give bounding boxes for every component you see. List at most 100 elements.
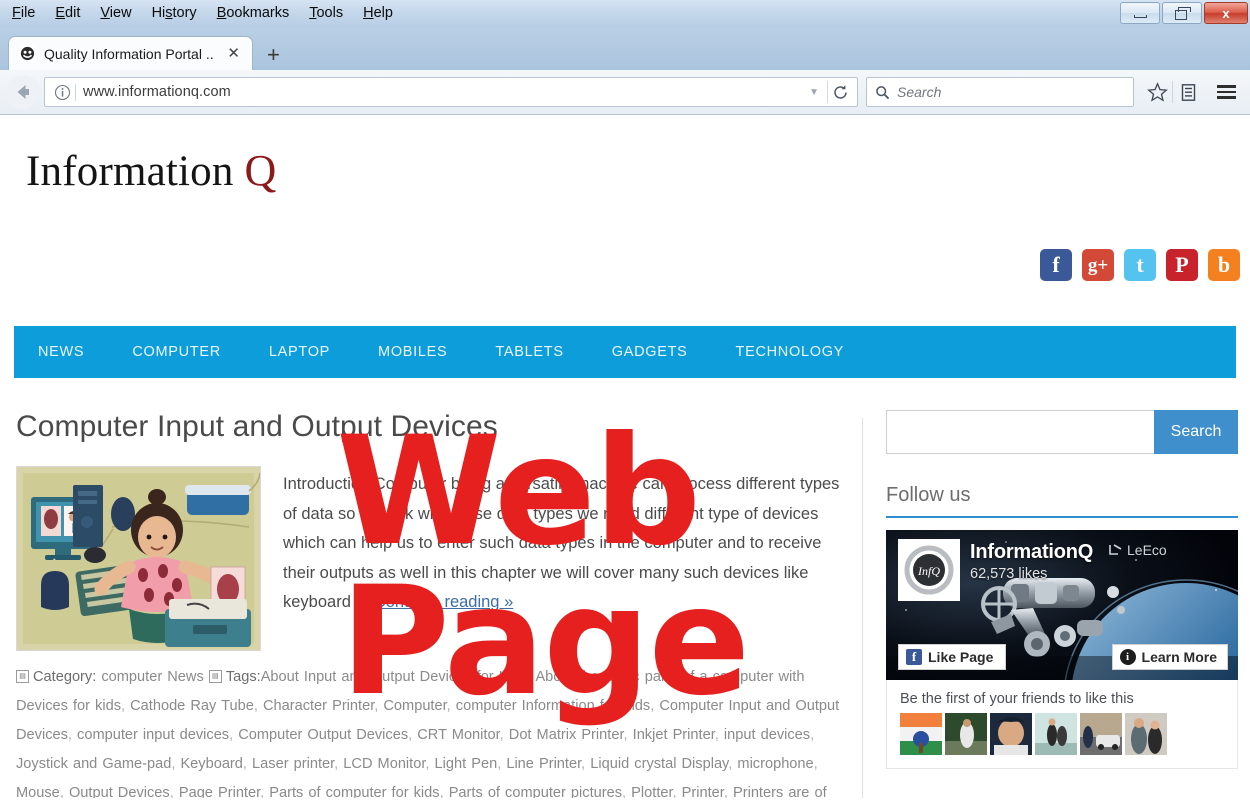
article: Computer Input and Output Devices Introd… [16, 410, 846, 798]
excerpt-text: Introduction Computer being a versatile … [283, 475, 840, 611]
nav-item-laptop[interactable]: LAPTOP [245, 344, 354, 360]
article-title[interactable]: Computer Input and Output Devices [16, 410, 846, 444]
social-pinterest-icon[interactable]: P [1166, 249, 1198, 281]
back-button[interactable] [6, 75, 40, 109]
tab-quality-information-portal[interactable]: Quality Information Portal ... ✕ [8, 36, 253, 70]
logo-text: Information [26, 148, 234, 195]
tag-item[interactable]: Parts of computer for kids [269, 785, 439, 798]
category-news[interactable]: News [167, 669, 204, 685]
friend-thumbnail[interactable] [900, 713, 942, 755]
continue-reading-link[interactable]: Continue reading » [374, 593, 513, 611]
social-blogger-icon[interactable]: b [1208, 249, 1240, 281]
friend-thumbnail[interactable] [990, 713, 1032, 755]
child-at-computer-illustration [17, 467, 260, 650]
menu-edit[interactable]: Edit [55, 5, 80, 21]
social-twitter-icon[interactable]: t [1124, 249, 1156, 281]
menu-history[interactable]: History [152, 5, 197, 21]
article-thumbnail[interactable] [16, 466, 261, 651]
facebook-page-widget[interactable]: InfQ InformationQ 62,573 likes LeEco f L… [886, 530, 1238, 680]
site-logo[interactable]: Information Q [26, 145, 277, 196]
twitter-glyph: t [1136, 252, 1144, 277]
main-navigation: NEWS COMPUTER LAPTOP MOBILES TABLETS GAD… [14, 326, 1236, 378]
menu-view[interactable]: View [100, 5, 131, 21]
tag-item[interactable]: Page Printer [179, 785, 260, 798]
search-button[interactable]: Search [1154, 410, 1238, 454]
browser-toolbar: www.informationq.com ▼ Search [0, 70, 1250, 115]
menu-file[interactable]: File [12, 5, 35, 21]
tag-item[interactable]: Liquid crystal Display [590, 756, 728, 772]
search-input[interactable] [886, 410, 1154, 454]
tag-item[interactable]: Printer [682, 785, 724, 798]
tag-item[interactable]: input devices [724, 727, 810, 743]
nav-item-technology[interactable]: TECHNOLOGY [712, 344, 869, 360]
close-icon: x [1222, 5, 1230, 21]
bookmark-star-button[interactable] [1142, 77, 1172, 107]
tag-item[interactable]: LCD Monitor [343, 756, 425, 772]
facebook-learn-more-button[interactable]: i Learn More [1111, 644, 1228, 670]
tag-item[interactable]: Light Pen [435, 756, 498, 772]
nav-item-mobiles[interactable]: MOBILES [354, 344, 471, 360]
minimize-button[interactable] [1120, 2, 1160, 24]
informationq-logo-icon: InfQ [904, 545, 954, 595]
nav-item-computer[interactable]: COMPUTER [108, 344, 245, 360]
tag-item[interactable]: Line Printer [506, 756, 581, 772]
address-bar[interactable]: www.informationq.com ▼ [44, 77, 858, 107]
tag-item[interactable]: Output Devices [69, 785, 170, 798]
library-icon [1181, 83, 1195, 101]
hamburger-line [1217, 90, 1236, 94]
web-page: Information Q f g+ t P b NEWS COMPUTER L… [0, 115, 1250, 798]
menu-bookmarks[interactable]: Bookmarks [217, 5, 290, 21]
social-google-plus-icon[interactable]: g+ [1082, 249, 1114, 281]
friend-thumbnail[interactable] [1125, 713, 1167, 755]
tag-item[interactable]: Mouse [16, 785, 60, 798]
tag-item[interactable]: About Input and Output Devices for Kids [261, 669, 527, 685]
tag-item[interactable]: CRT Monitor [417, 727, 499, 743]
tag-item[interactable]: computer input devices [77, 727, 229, 743]
leeco-label: LeEco [1127, 542, 1167, 558]
site-header: Information Q [0, 115, 1250, 213]
friend-thumbnail[interactable] [1080, 713, 1122, 755]
tag-item[interactable]: Keyboard [180, 756, 242, 772]
reload-button[interactable] [827, 81, 853, 103]
social-facebook-icon[interactable]: f [1040, 249, 1072, 281]
menu-help[interactable]: Help [363, 5, 393, 21]
article-body: Introduction Computer being a versatile … [16, 466, 846, 651]
tag-item[interactable]: Laser printer [252, 756, 334, 772]
site-info-icon[interactable] [51, 84, 73, 101]
nav-item-tablets[interactable]: TABLETS [471, 344, 587, 360]
tags-label: Tags: [225, 669, 261, 685]
menu-button[interactable] [1203, 85, 1244, 99]
tag-item[interactable]: Computer Output Devices [238, 727, 408, 743]
friend-thumbnail[interactable] [1035, 713, 1077, 755]
browser-search-bar[interactable]: Search [866, 77, 1134, 107]
nav-item-gadgets[interactable]: GADGETS [588, 344, 712, 360]
new-tab-button[interactable]: + [267, 44, 280, 66]
tag-item[interactable]: computer Information for Kids [456, 698, 650, 714]
site-favicon-icon [19, 45, 36, 62]
tag-item[interactable]: Plotter [631, 785, 672, 798]
category-icon: ▤ [16, 670, 29, 683]
chevron-down-icon[interactable]: ▼ [801, 87, 827, 98]
tab-close-icon[interactable]: ✕ [223, 46, 244, 61]
tag-item[interactable]: Inkjet Printer [633, 727, 715, 743]
browser-window: File Edit View History Bookmarks Tools H… [0, 0, 1250, 800]
category-computer[interactable]: computer [101, 669, 162, 685]
social-links: f g+ t P b [1040, 249, 1240, 281]
library-button[interactable] [1173, 77, 1203, 107]
tag-item[interactable]: microphone [737, 756, 813, 772]
close-button[interactable]: x [1204, 2, 1248, 24]
nav-item-news[interactable]: NEWS [14, 344, 108, 360]
tag-item[interactable]: Parts of computer pictures [449, 785, 622, 798]
tag-item[interactable]: Cathode Ray Tube [130, 698, 254, 714]
tag-item[interactable]: Joystick and Game-pad [16, 756, 171, 772]
search-icon [876, 85, 890, 99]
friend-thumbnail[interactable] [945, 713, 987, 755]
maximize-button[interactable] [1162, 2, 1202, 24]
tag-item[interactable]: Computer [383, 698, 446, 714]
menu-tools[interactable]: Tools [309, 5, 343, 21]
google-plus-glyph: g+ [1087, 254, 1109, 276]
facebook-like-page-button[interactable]: f Like Page [898, 644, 1007, 670]
tag-item[interactable]: Dot Matrix Printer [509, 727, 624, 743]
tag-item[interactable]: Character Printer [263, 698, 374, 714]
address-separator [75, 83, 76, 101]
